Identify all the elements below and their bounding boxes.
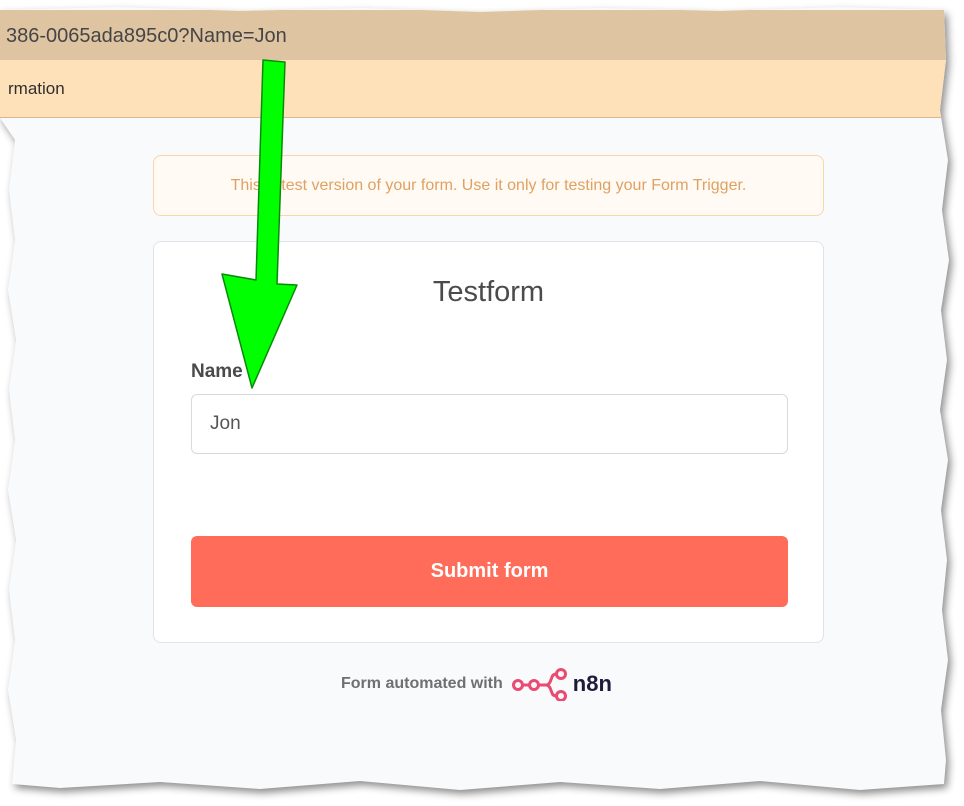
name-field-label: Name <box>191 361 243 382</box>
n8n-logo-icon[interactable] <box>511 667 571 702</box>
footer: Form automated with n8n <box>341 666 612 702</box>
info-bar-text: rmation <box>8 79 65 98</box>
test-version-notice-text: This is test version of your form. Use i… <box>230 177 747 194</box>
test-version-notice: This is test version of your form. Use i… <box>153 155 824 216</box>
form-title: Testform <box>432 276 545 308</box>
footer-text: Form automated with <box>341 675 503 692</box>
form-card: Testform Name Submit form <box>153 241 824 643</box>
submit-form-button[interactable]: Submit form <box>191 536 788 607</box>
info-bar: rmation <box>0 60 949 118</box>
screenshot-frame: 386-0065ada895c0?Name=Jon rmation This i… <box>0 0 964 806</box>
name-input[interactable] <box>191 394 788 454</box>
n8n-logo-text[interactable]: n8n <box>573 671 612 697</box>
address-bar[interactable]: 386-0065ada895c0?Name=Jon <box>0 10 949 60</box>
screenshot-content: 386-0065ada895c0?Name=Jon rmation This i… <box>0 7 949 790</box>
